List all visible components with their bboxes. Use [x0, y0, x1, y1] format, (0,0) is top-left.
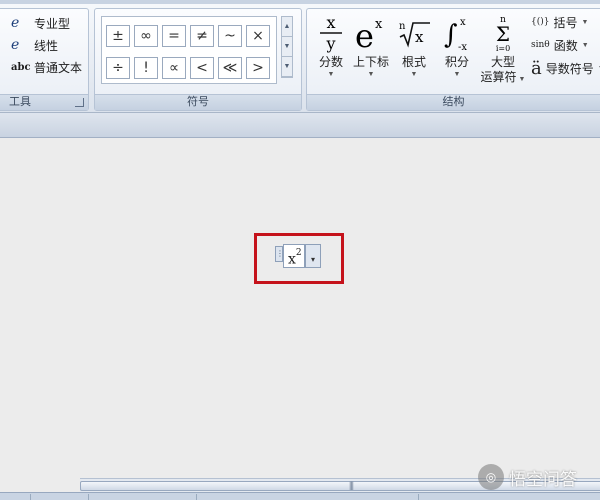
bracket-button[interactable]: {()} 括号 ▼	[531, 11, 588, 33]
tools-group-label: 工具	[0, 94, 88, 110]
large-operator-dropdown-icon: ▼	[516, 76, 526, 83]
summation-icon: n Σ i=0	[479, 11, 527, 55]
bracket-icon: {()}	[531, 17, 550, 27]
normal-text-button[interactable]: abc 普通文本	[11, 57, 82, 77]
equation-editor[interactable]: x2	[283, 244, 305, 268]
tools-label-text: 工具	[9, 96, 31, 108]
linear-format-button[interactable]: e 线性	[11, 35, 58, 55]
professional-format-icon: e	[11, 15, 20, 31]
function-label: 函数	[553, 38, 578, 53]
watermark: ◎ 悟空问答	[478, 464, 577, 490]
symbol-greater-than[interactable]: >	[246, 57, 270, 79]
normal-text-icon: abc	[11, 61, 31, 73]
symbol-equals[interactable]: =	[162, 25, 186, 47]
fraction-dropdown-icon: ▼	[327, 71, 335, 78]
svg-text:x: x	[375, 17, 383, 32]
integral-label: 积分	[444, 55, 469, 69]
svg-text:x: x	[460, 17, 466, 28]
function-icon: sinθ	[531, 40, 550, 50]
function-dropdown-icon: ▼	[581, 41, 589, 49]
symbol-plus-minus[interactable]: ±	[106, 25, 130, 47]
fraction-label: 分数	[318, 55, 343, 69]
svg-text:i=0: i=0	[496, 44, 510, 53]
symbol-gallery-scroll: ▲ ▼ ▼	[281, 16, 293, 78]
integral-icon: ∫ x -x	[435, 11, 479, 55]
svg-text:-x: -x	[458, 42, 467, 53]
normal-text-label: 普通文本	[34, 60, 83, 75]
svg-text:n: n	[399, 21, 406, 32]
status-divider	[88, 494, 89, 500]
script-label: 上下标	[352, 55, 389, 69]
equation-base: x	[288, 251, 296, 268]
tools-dialog-launcher-icon[interactable]	[75, 98, 84, 107]
gallery-scroll-up-icon[interactable]: ▲	[282, 17, 292, 37]
gallery-scroll-down-icon[interactable]: ▼	[282, 37, 292, 57]
symbol-tilde[interactable]: ~	[218, 25, 242, 47]
status-divider	[418, 494, 419, 500]
watermark-logo-icon: ◎	[478, 464, 504, 490]
professional-format-label: 专业型	[34, 16, 71, 31]
status-divider	[30, 494, 31, 500]
tools-group: e 专业型 e 线性 abc 普通文本 工具	[0, 8, 89, 111]
integral-dropdown-icon: ▼	[453, 71, 461, 78]
symbol-much-less-than[interactable]: ≪	[218, 57, 242, 79]
symbol-not-equal[interactable]: ≠	[190, 25, 214, 47]
linear-format-icon: e	[11, 37, 20, 53]
symbols-group-label: 符号	[95, 94, 301, 110]
watermark-text: 悟空问答	[509, 469, 577, 490]
linear-format-label: 线性	[34, 38, 59, 53]
large-operator-label-2: 运算符 ▼	[479, 70, 527, 85]
equation-options-dropdown-icon[interactable]: ▾	[305, 244, 321, 268]
radical-dropdown-icon: ▼	[410, 71, 418, 78]
structures-group-label: 结构	[307, 94, 600, 110]
large-operator-label: 大型	[490, 55, 515, 69]
symbol-times[interactable]: ×	[246, 25, 270, 47]
radical-label: 根式	[401, 55, 426, 69]
scroll-grip-icon: |||	[349, 480, 354, 490]
gallery-more-icon[interactable]: ▼	[282, 57, 292, 77]
ruler-strip	[0, 113, 600, 138]
symbol-infinity[interactable]: ∞	[134, 25, 158, 47]
ribbon: e 专业型 e 线性 abc 普通文本 工具 ± ∞ = ≠ ~ × ÷ ! ∝…	[0, 0, 600, 113]
svg-text:x: x	[326, 13, 335, 32]
accent-label: 导数符号	[545, 61, 594, 76]
equation-superscript: 2	[295, 248, 302, 258]
structures-group: x y 分数 ▼ e x 上下标 ▼ n x 根式 ▼ ∫ x -x 积分 ▼ …	[306, 8, 600, 111]
svg-text:∫: ∫	[444, 20, 458, 50]
status-divider	[196, 494, 197, 500]
script-dropdown-icon: ▼	[367, 71, 375, 78]
radical-button[interactable]: n x 根式 ▼	[392, 11, 436, 80]
professional-format-button[interactable]: e 专业型	[11, 13, 70, 33]
document-area[interactable]: ⋮ x2 ▾	[0, 138, 600, 478]
symbol-divide[interactable]: ÷	[106, 57, 130, 79]
symbol-proportional[interactable]: ∝	[162, 57, 186, 79]
svg-text:y: y	[325, 34, 335, 53]
status-bar	[0, 492, 600, 500]
symbol-gallery: ± ∞ = ≠ ~ × ÷ ! ∝ < ≪ >	[101, 16, 277, 84]
integral-button[interactable]: ∫ x -x 积分 ▼	[435, 11, 479, 80]
bracket-label: 括号	[553, 15, 578, 30]
fraction-icon: x y	[309, 11, 353, 55]
equation-move-handle-icon[interactable]: ⋮	[275, 246, 284, 262]
large-operator-label-2-text: 运算符	[480, 70, 517, 84]
accent-icon: ä	[531, 57, 542, 79]
symbol-less-than[interactable]: <	[190, 57, 214, 79]
superscript-icon: e x	[349, 11, 393, 55]
ribbon-top-edge	[0, 0, 600, 4]
radical-icon: n x	[392, 11, 436, 55]
svg-text:e: e	[355, 17, 374, 53]
svg-text:x: x	[415, 28, 424, 46]
fraction-button[interactable]: x y 分数 ▼	[309, 11, 353, 80]
function-button[interactable]: sinθ 函数 ▼	[531, 34, 589, 56]
symbol-factorial[interactable]: !	[134, 57, 158, 79]
script-button[interactable]: e x 上下标 ▼	[349, 11, 393, 80]
symbols-group: ± ∞ = ≠ ~ × ÷ ! ∝ < ≪ > ▲ ▼ ▼ 符号	[94, 8, 302, 111]
accent-button[interactable]: ä 导数符号 ▼	[531, 57, 600, 79]
svg-text:Σ: Σ	[496, 22, 510, 46]
bracket-dropdown-icon: ▼	[581, 18, 589, 26]
large-operator-button[interactable]: n Σ i=0 大型 运算符 ▼	[479, 11, 527, 85]
